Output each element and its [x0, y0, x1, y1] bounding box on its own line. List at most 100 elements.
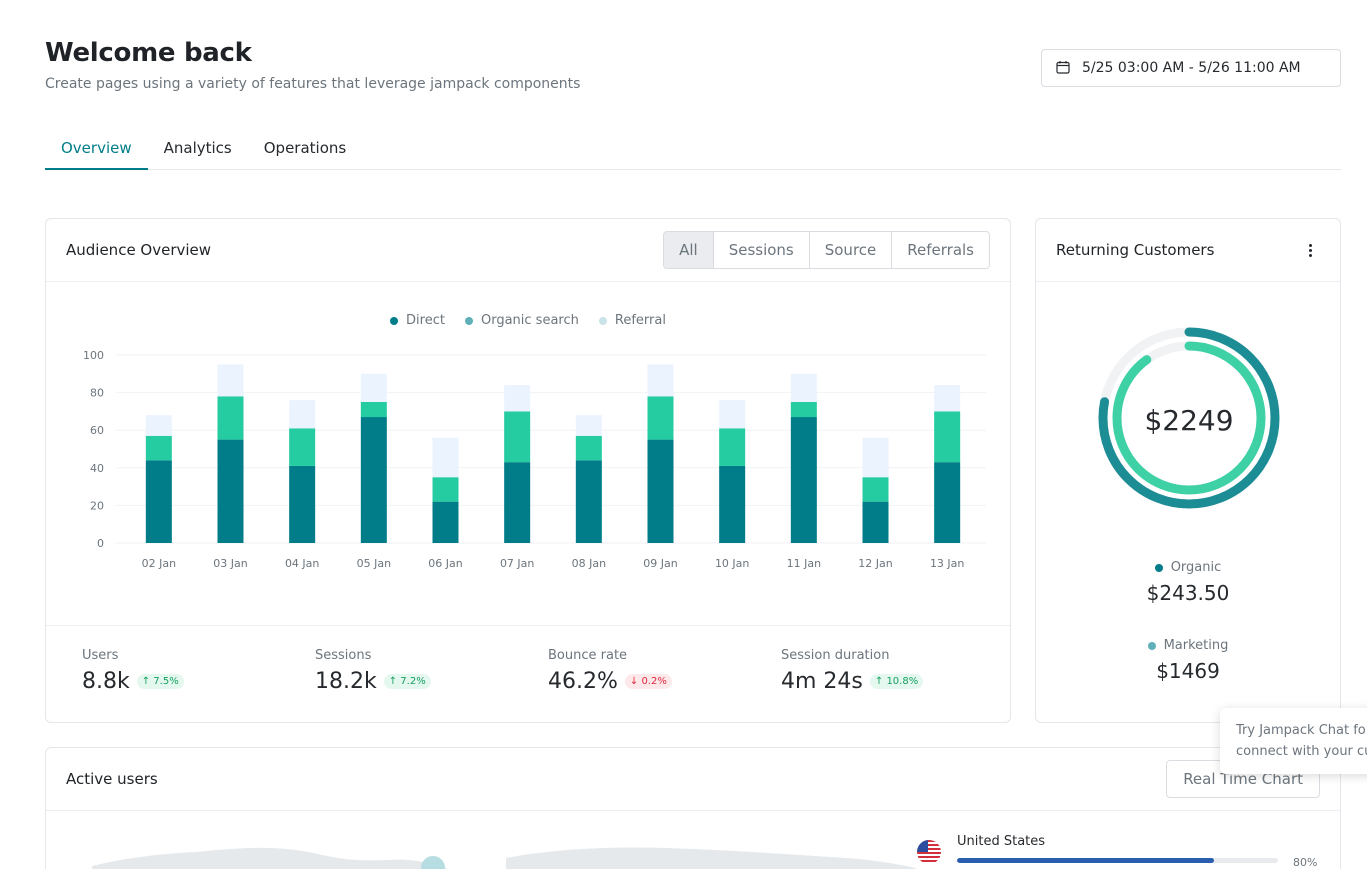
bar-referral[interactable] — [289, 400, 316, 429]
x-tick-label: 11 Jan — [787, 557, 821, 570]
bar-organic-search[interactable] — [934, 411, 961, 463]
legend-dot-referral — [598, 316, 607, 325]
y-tick-label: 0 — [97, 537, 104, 550]
tooltip-line: connect with your cu — [1236, 744, 1367, 759]
tab-overview[interactable]: Overview — [45, 126, 148, 170]
bar-referral[interactable] — [217, 364, 244, 397]
audience-card-title: Audience Overview — [66, 241, 212, 259]
bar-organic-search[interactable] — [647, 396, 674, 440]
bar-direct[interactable] — [647, 439, 674, 543]
returning-customers-card: Returning Customers $2249 Organic $243.5… — [1035, 218, 1341, 723]
legend-item-direct[interactable]: Direct — [390, 313, 445, 328]
page-title: Welcome back — [45, 38, 252, 68]
stat-change-badge: ↑ 7.5% — [136, 674, 184, 689]
stat-label: Users — [82, 648, 119, 663]
bar-referral[interactable] — [790, 373, 817, 402]
bar-organic-search[interactable] — [432, 477, 459, 502]
returning-total: $2249 — [1144, 404, 1234, 437]
stat-change-badge: ↑ 10.8% — [869, 674, 924, 689]
country-percent: 80% — [1293, 856, 1318, 869]
stat-change-badge: ↑ 7.2% — [383, 674, 431, 689]
active-users-title: Active users — [66, 770, 158, 788]
stat-value: 46.2% — [548, 669, 618, 694]
legend-label: Organic search — [480, 313, 579, 328]
returning-card-header: Returning Customers — [1036, 219, 1340, 282]
date-range-picker[interactable]: 5/25 03:00 AM - 5/26 11:00 AM — [1041, 49, 1341, 87]
tab-operations[interactable]: Operations — [248, 126, 362, 170]
stat-session-duration: Session duration 4m 24s ↑ 10.8% — [781, 648, 924, 694]
active-users-card: Active users Real Time Chart United Stat… — [45, 747, 1341, 869]
y-tick-label: 80 — [90, 387, 104, 400]
returning-organic: Organic $243.50 — [1036, 560, 1340, 605]
bar-referral[interactable] — [719, 400, 746, 429]
country-progress-bar — [957, 858, 1278, 863]
bar-direct[interactable] — [790, 417, 817, 543]
bar-direct[interactable] — [862, 501, 889, 543]
filter-all-button[interactable]: All — [664, 232, 713, 268]
bar-organic-search[interactable] — [575, 435, 602, 461]
filter-sessions-button[interactable]: Sessions — [712, 232, 809, 268]
audience-stats: Users 8.8k ↑ 7.5% Sessions 18.2k ↑ 7.2% … — [46, 625, 1010, 722]
bar-referral[interactable] — [862, 437, 889, 478]
bar-organic-search[interactable] — [862, 477, 889, 502]
bar-organic-search[interactable] — [504, 411, 531, 463]
bar-organic-search[interactable] — [360, 402, 387, 418]
stat-label: Sessions — [315, 648, 372, 663]
more-options-icon[interactable] — [1300, 240, 1320, 260]
rc-label: Marketing — [1163, 638, 1229, 653]
x-tick-label: 03 Jan — [213, 557, 247, 570]
rc-label: Organic — [1170, 560, 1222, 575]
bar-referral[interactable] — [145, 415, 172, 436]
rc-value: $243.50 — [1146, 581, 1230, 605]
filter-source-button[interactable]: Source — [808, 232, 892, 268]
date-range-label: 5/25 03:00 AM - 5/26 11:00 AM — [1082, 60, 1301, 76]
stat-change-badge: ↓ 0.2% — [624, 674, 672, 689]
bar-referral[interactable] — [647, 364, 674, 397]
world-map — [92, 847, 916, 869]
stat-value: 4m 24s — [781, 669, 863, 694]
bar-referral[interactable] — [360, 373, 387, 402]
marketing-dot — [1147, 641, 1156, 650]
stat-value: 8.8k — [82, 669, 130, 694]
legend-item-organic-search[interactable]: Organic search — [464, 313, 579, 328]
audience-overview-card: Audience Overview All Sessions Source Re… — [45, 218, 1011, 723]
bar-direct[interactable] — [934, 462, 961, 543]
bar-referral[interactable] — [575, 415, 602, 436]
bar-referral[interactable] — [934, 385, 961, 412]
bar-organic-search[interactable] — [289, 428, 316, 466]
stat-bounce-rate: Bounce rate 46.2% ↓ 0.2% — [548, 648, 672, 694]
filter-referrals-button[interactable]: Referrals — [891, 232, 989, 268]
y-tick-label: 20 — [90, 499, 104, 512]
audience-bar-chart: 0 20 40 60 80 100 02 Jan 03 Jan 04 Jan 05 Jan 06 J… — [83, 349, 986, 570]
tab-analytics[interactable]: Analytics — [148, 126, 248, 170]
bar-referral[interactable] — [432, 437, 459, 478]
audience-filter-group: All Sessions Source Referrals — [663, 231, 990, 269]
bar-organic-search[interactable] — [719, 428, 746, 466]
x-tick-label: 12 Jan — [858, 557, 892, 570]
bar-direct[interactable] — [289, 465, 316, 543]
bar-organic-search[interactable] — [145, 435, 172, 461]
y-tick-label: 60 — [90, 424, 104, 437]
legend-label: Direct — [406, 313, 445, 328]
chat-promo-tooltip[interactable]: Try Jampack Chat fo connect with your cu — [1220, 708, 1367, 774]
bar-organic-search[interactable] — [217, 396, 244, 440]
x-tick-label: 05 Jan — [357, 557, 391, 570]
x-tick-label: 04 Jan — [285, 557, 319, 570]
y-tick-label: 40 — [90, 462, 104, 475]
page-subtitle: Create pages using a variety of features… — [45, 76, 581, 92]
bar-direct[interactable] — [719, 465, 746, 543]
bar-direct[interactable] — [217, 439, 244, 543]
us-flag-icon — [917, 840, 941, 864]
x-tick-label: 08 Jan — [572, 557, 606, 570]
stat-sessions: Sessions 18.2k ↑ 7.2% — [315, 648, 431, 694]
bar-direct[interactable] — [504, 462, 531, 543]
bar-direct[interactable] — [145, 460, 172, 543]
country-name: United States — [957, 834, 1046, 849]
legend-item-referral[interactable]: Referral — [598, 313, 666, 328]
bar-referral[interactable] — [504, 385, 531, 412]
bar-direct[interactable] — [575, 460, 602, 543]
bar-direct[interactable] — [432, 501, 459, 543]
bar-direct[interactable] — [360, 417, 387, 543]
bar-organic-search[interactable] — [790, 402, 817, 418]
active-users-header: Active users — [46, 748, 1340, 811]
